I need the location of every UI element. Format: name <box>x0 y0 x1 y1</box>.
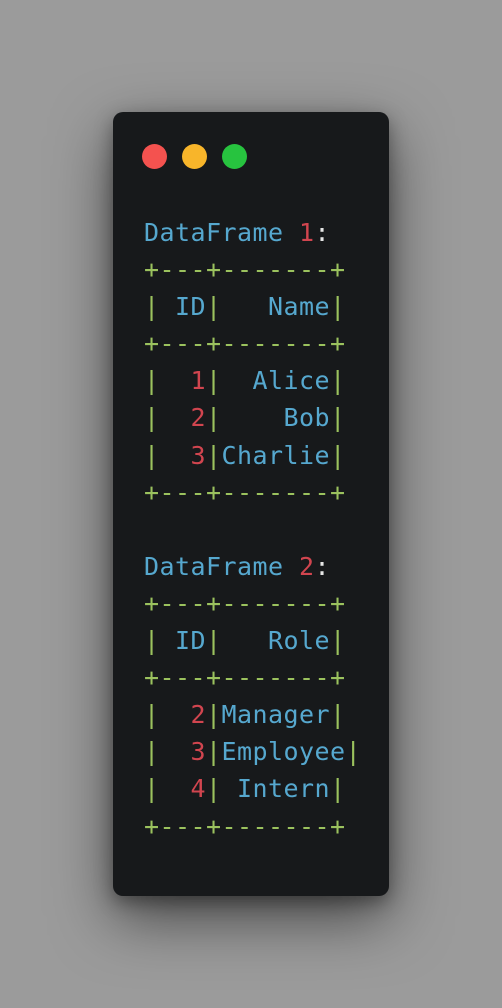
code-token: +---+-------+ <box>144 588 346 618</box>
code-token: : <box>314 218 331 247</box>
code-token: Employee <box>221 737 346 767</box>
code-token: | <box>144 626 176 656</box>
code-token: | <box>345 737 362 767</box>
code-token: | <box>206 440 222 470</box>
code-token: Manager <box>221 700 331 730</box>
code-token: | <box>206 774 222 804</box>
code-token: Intern <box>221 774 331 804</box>
code-token: +---+-------+ <box>144 255 346 285</box>
code-line: | 1| Alice| <box>144 362 361 399</box>
code-token: +---+-------+ <box>144 477 346 507</box>
code-token: | <box>144 700 191 730</box>
code-token: 2 <box>299 551 315 581</box>
code-token: | <box>144 737 191 767</box>
code-token: | <box>206 700 222 730</box>
code-line: | 3|Employee| <box>144 733 361 770</box>
code-token: | <box>330 366 346 396</box>
code-token: | <box>206 403 222 433</box>
code-line: | 4| Intern| <box>144 770 361 807</box>
code-token: +---+-------+ <box>144 663 346 693</box>
code-line: DataFrame 2: <box>144 548 361 585</box>
code-line: +---+-------+ <box>144 251 361 288</box>
code-line: +---+-------+ <box>144 474 361 511</box>
maximize-button[interactable] <box>222 144 247 169</box>
minimize-button[interactable] <box>182 144 207 169</box>
code-line: +---+-------+ <box>144 325 361 362</box>
code-token: Alice <box>221 366 331 396</box>
code-token: : <box>314 551 331 581</box>
code-line: +---+-------+ <box>144 659 361 696</box>
code-token: | <box>330 403 346 433</box>
code-token: Charlie <box>221 440 331 470</box>
code-token: | <box>206 626 222 656</box>
code-token: | <box>144 292 176 322</box>
code-token: ID <box>175 292 207 322</box>
code-line: DataFrame 1: <box>144 214 361 251</box>
code-token: | <box>144 440 191 470</box>
code-token: | <box>144 774 191 804</box>
code-token: | <box>330 774 346 804</box>
code-line: +---+-------+ <box>144 585 361 622</box>
code-token: 2 <box>190 700 207 730</box>
code-output: DataFrame 1: +---+-------+ | ID| Name| +---… <box>144 214 361 845</box>
code-line: | 3|Charlie| <box>144 437 361 474</box>
code-window: DataFrame 1: +---+-------+ | ID| Name| +---… <box>113 112 389 896</box>
code-token: 3 <box>190 737 207 767</box>
code-token: | <box>330 292 346 322</box>
code-line: +---+-------+ <box>144 808 361 845</box>
code-token: DataFrame <box>144 218 300 247</box>
code-token: 2 <box>190 403 207 433</box>
code-line: | 2|Manager| <box>144 696 361 733</box>
code-token: Role <box>221 626 331 656</box>
code-token: | <box>330 440 346 470</box>
code-token: 1 <box>190 366 207 396</box>
code-token: 1 <box>299 218 315 247</box>
code-token: | <box>206 737 222 767</box>
code-line: | ID| Name| <box>144 288 361 325</box>
close-button[interactable] <box>142 144 167 169</box>
code-token: 4 <box>190 774 207 804</box>
code-token: Bob <box>221 403 331 433</box>
code-token: 3 <box>190 440 207 470</box>
code-token: Name <box>221 292 331 322</box>
code-token: | <box>206 292 222 322</box>
code-token: | <box>330 626 346 656</box>
code-token: DataFrame <box>144 551 300 581</box>
code-token: | <box>330 700 346 730</box>
code-token: | <box>144 403 191 433</box>
code-token: +---+-------+ <box>144 329 346 359</box>
code-line: | ID| Role| <box>144 622 361 659</box>
code-line: | 2| Bob| <box>144 399 361 436</box>
code-token: | <box>206 366 222 396</box>
code-token: +---+-------+ <box>144 811 346 841</box>
code-token: | <box>144 366 191 396</box>
code-token: ID <box>175 626 207 656</box>
